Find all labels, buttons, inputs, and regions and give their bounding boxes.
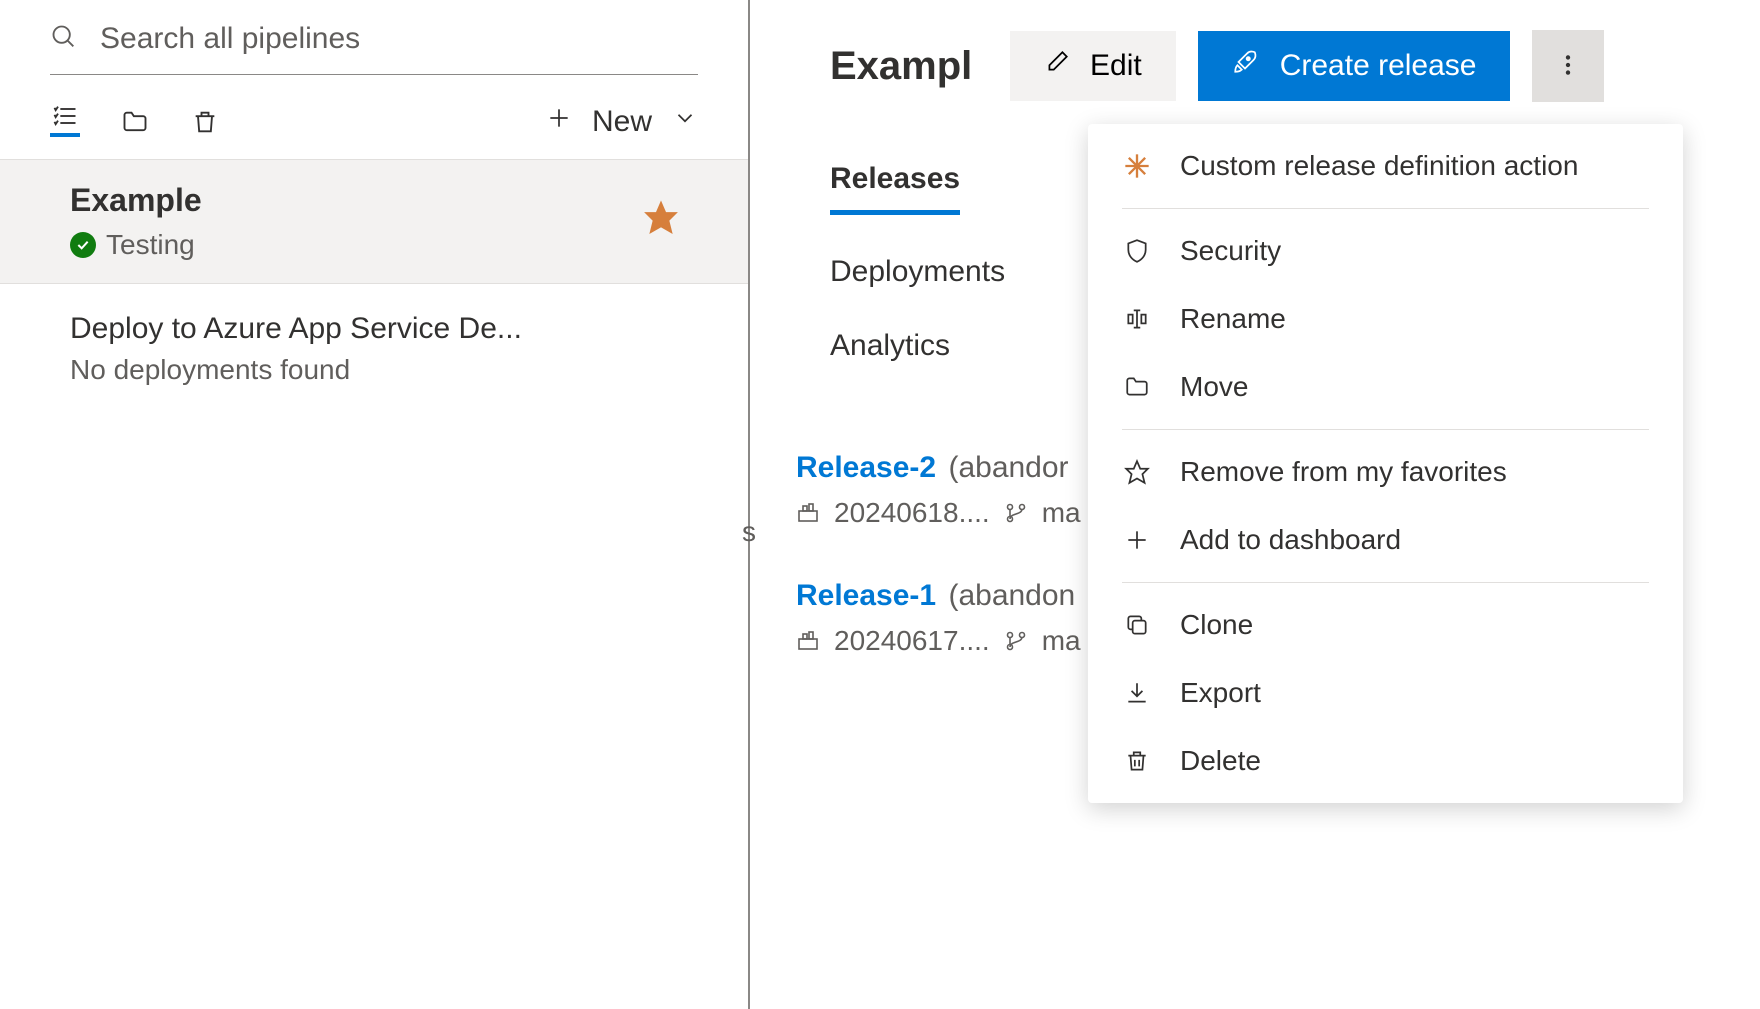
- menu-item-delete[interactable]: Delete: [1088, 727, 1683, 795]
- pipeline-sub-item[interactable]: Deploy to Azure App Service De... No dep…: [0, 284, 748, 414]
- menu-divider: [1122, 582, 1649, 583]
- trash-icon: [1122, 746, 1152, 776]
- menu-label: Add to dashboard: [1180, 524, 1401, 556]
- release-status: (abandor: [948, 451, 1068, 484]
- plus-icon: [1122, 525, 1152, 555]
- branch-icon: [1004, 629, 1028, 653]
- edit-label: Edit: [1090, 49, 1142, 83]
- menu-item-security[interactable]: Security: [1088, 217, 1683, 285]
- rename-icon: [1122, 304, 1152, 334]
- trash-icon[interactable]: [190, 107, 220, 137]
- sub-item-subtitle: No deployments found: [70, 354, 678, 386]
- search-input[interactable]: [100, 22, 698, 56]
- new-button[interactable]: New: [546, 105, 698, 139]
- more-vertical-icon: [1555, 52, 1581, 81]
- status-success-icon: [70, 232, 96, 258]
- menu-label: Rename: [1180, 303, 1286, 335]
- release-branch: ma: [1042, 625, 1081, 657]
- build-icon: [796, 501, 820, 525]
- menu-item-custom-action[interactable]: Custom release definition action: [1088, 132, 1683, 200]
- menu-item-export[interactable]: Export: [1088, 659, 1683, 727]
- tab-releases[interactable]: Releases: [830, 162, 960, 215]
- menu-item-clone[interactable]: Clone: [1088, 591, 1683, 659]
- branch-icon: [1004, 501, 1028, 525]
- menu-label: Security: [1180, 235, 1281, 267]
- clipped-text: s: [742, 516, 756, 548]
- menu-label: Delete: [1180, 745, 1261, 777]
- folder-icon: [1122, 372, 1152, 402]
- release-build: 20240617....: [834, 625, 990, 657]
- new-label: New: [592, 105, 652, 139]
- favorite-star-icon[interactable]: [644, 200, 678, 243]
- sidebar-toolbar: New: [0, 75, 748, 159]
- menu-label: Export: [1180, 677, 1261, 709]
- menu-label: Remove from my favorites: [1180, 456, 1507, 488]
- release-name[interactable]: Release-2: [796, 451, 936, 484]
- pipeline-name: Example: [70, 182, 678, 219]
- menu-item-add-dashboard[interactable]: Add to dashboard: [1088, 506, 1683, 574]
- search-icon: [50, 23, 78, 56]
- folder-icon[interactable]: [120, 107, 150, 137]
- sparkle-icon: [1122, 151, 1152, 181]
- plus-icon: [546, 105, 572, 139]
- edit-icon: [1044, 49, 1070, 83]
- release-name[interactable]: Release-1: [796, 579, 936, 612]
- tab-analytics[interactable]: Analytics: [830, 329, 950, 363]
- pipeline-item-example[interactable]: Example Testing: [0, 160, 748, 284]
- shield-icon: [1122, 236, 1152, 266]
- menu-item-rename[interactable]: Rename: [1088, 285, 1683, 353]
- menu-label: Custom release definition action: [1180, 150, 1578, 182]
- sub-item-title: Deploy to Azure App Service De...: [70, 312, 678, 346]
- tab-deployments[interactable]: Deployments: [830, 255, 1005, 289]
- menu-item-remove-favorites[interactable]: Remove from my favorites: [1088, 438, 1683, 506]
- menu-item-move[interactable]: Move: [1088, 353, 1683, 421]
- more-button[interactable]: [1532, 30, 1604, 102]
- chevron-down-icon: [672, 105, 698, 139]
- create-label: Create release: [1280, 49, 1477, 83]
- menu-divider: [1122, 429, 1649, 430]
- release-build: 20240618....: [834, 497, 990, 529]
- menu-divider: [1122, 208, 1649, 209]
- pipeline-status: Testing: [106, 229, 195, 261]
- page-title: Exampl: [830, 44, 988, 89]
- export-icon: [1122, 678, 1152, 708]
- edit-button[interactable]: Edit: [1010, 31, 1176, 101]
- menu-label: Clone: [1180, 609, 1253, 641]
- create-release-button[interactable]: Create release: [1198, 31, 1511, 101]
- search-box[interactable]: [50, 10, 698, 75]
- release-branch: ma: [1042, 497, 1081, 529]
- build-icon: [796, 629, 820, 653]
- star-icon: [1122, 457, 1152, 487]
- release-status: (abandon: [948, 579, 1075, 612]
- rocket-icon: [1232, 49, 1258, 83]
- menu-label: Move: [1180, 371, 1248, 403]
- clone-icon: [1122, 610, 1152, 640]
- sidebar: New Example Testing Deploy to Azure App …: [0, 0, 750, 1009]
- context-menu: Custom release definition action Securit…: [1088, 124, 1683, 803]
- list-view-icon[interactable]: [50, 107, 80, 137]
